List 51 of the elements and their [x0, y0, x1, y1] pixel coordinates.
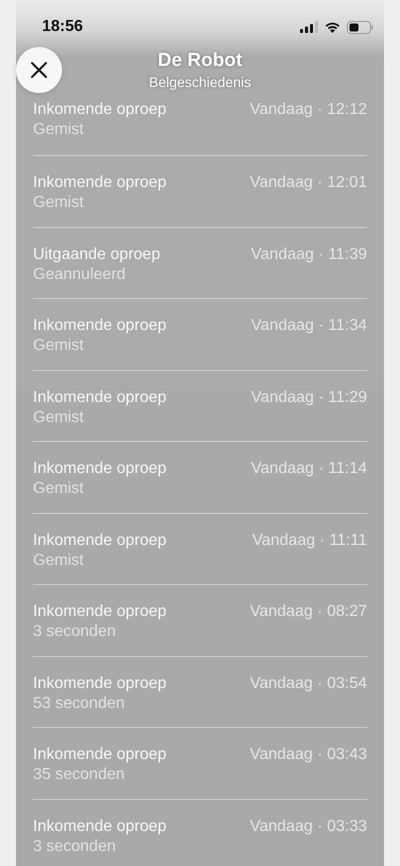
- call-row[interactable]: Inkomende oproep 3 seconden Vandaag · 08:27: [33, 584, 367, 656]
- call-status: 3 seconden: [33, 836, 117, 856]
- call-type: Uitgaande oproep: [33, 244, 160, 264]
- battery-icon: [347, 20, 374, 34]
- call-time: Vandaag · 11:11: [252, 530, 367, 550]
- call-time: Vandaag · 11:39: [251, 244, 367, 264]
- call-row[interactable]: Inkomende oproep Gemist Vandaag · 12:01: [33, 155, 367, 226]
- call-time: Vandaag · 03:43: [250, 745, 367, 765]
- contact-name: De Robot: [158, 49, 242, 73]
- call-status: 35 seconden: [33, 765, 126, 785]
- call-status: Gemist: [33, 550, 85, 570]
- signal-icon: [300, 21, 318, 33]
- call-row[interactable]: Uitgaande oproep Geannuleerd Vandaag · 11:39: [33, 226, 367, 298]
- call-row[interactable]: Inkomende oproep 35 seconden Vandaag · 03:43: [33, 727, 367, 798]
- call-row[interactable]: Inkomende oproep 3 seconden Vandaag · 03:33: [33, 798, 367, 866]
- close-icon: [30, 61, 48, 79]
- call-time: Vandaag · 12:01: [250, 173, 367, 193]
- call-time: Vandaag · 03:54: [250, 674, 367, 694]
- call-row[interactable]: Inkomende oproep Gemist Vandaag · 11:34: [33, 298, 367, 370]
- call-row[interactable]: Inkomende oproep Gemist Vandaag · 12:12: [33, 93, 367, 155]
- call-type: Inkomende oproep: [33, 530, 166, 550]
- call-status: Gemist: [33, 479, 85, 499]
- call-status: Gemist: [33, 193, 85, 213]
- call-row[interactable]: Inkomende oproep 53 seconden Vandaag · 03:54: [33, 656, 367, 727]
- call-row[interactable]: Inkomende oproep Gemist Vandaag · 11:29: [33, 370, 367, 441]
- call-status: Gemist: [33, 408, 85, 428]
- call-status: Geannuleerd: [33, 264, 127, 284]
- call-time: Vandaag · 12:12: [250, 100, 367, 120]
- call-row[interactable]: Inkomende oproep Gemist Vandaag · 11:11: [33, 512, 367, 584]
- call-status: 53 seconden: [33, 694, 126, 714]
- call-time: Vandaag · 11:29: [251, 388, 367, 408]
- call-time: Vandaag · 11:34: [251, 316, 367, 336]
- call-type: Inkomende oproep: [33, 816, 166, 836]
- call-type: Inkomende oproep: [33, 173, 166, 193]
- call-time: Vandaag · 03:33: [250, 816, 367, 836]
- call-status: Gemist: [33, 336, 85, 356]
- call-row[interactable]: Inkomende oproep Gemist Vandaag · 11:14: [33, 441, 367, 512]
- call-status: Gemist: [33, 120, 85, 140]
- call-type: Inkomende oproep: [33, 459, 166, 479]
- call-type: Inkomende oproep: [33, 316, 166, 336]
- call-type: Inkomende oproep: [33, 388, 166, 408]
- call-time: Vandaag · 08:27: [250, 602, 367, 622]
- status-time: 18:56: [42, 18, 83, 36]
- call-status: 3 seconden: [33, 622, 117, 642]
- call-type: Inkomende oproep: [33, 100, 166, 120]
- screen-subtitle: Belgeschiedenis: [149, 73, 251, 91]
- call-time: Vandaag · 11:14: [251, 459, 367, 479]
- call-type: Inkomende oproep: [33, 674, 166, 694]
- call-type: Inkomende oproep: [33, 602, 166, 622]
- wifi-icon: [324, 21, 341, 33]
- call-type: Inkomende oproep: [33, 745, 166, 765]
